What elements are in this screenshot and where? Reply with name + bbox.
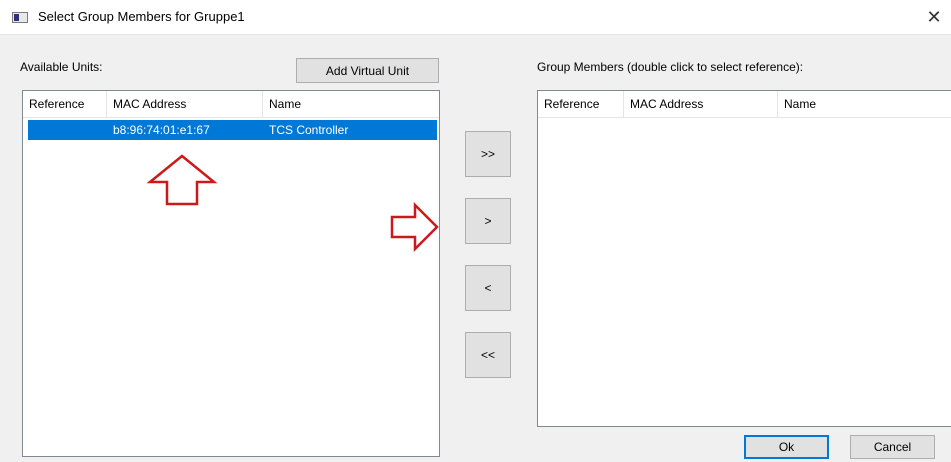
available-units-label: Available Units: xyxy=(20,60,103,74)
column-header-mac-address[interactable]: MAC Address xyxy=(107,91,263,117)
column-header-name[interactable]: Name xyxy=(778,91,951,117)
red-up-arrow-icon xyxy=(146,154,218,206)
cell-name: TCS Controller xyxy=(269,123,349,137)
dialog-client-area: Available Units: Add Virtual Unit Refere… xyxy=(0,35,951,462)
remove-selected-button[interactable]: < xyxy=(465,265,511,311)
cancel-button[interactable]: Cancel xyxy=(850,435,935,459)
close-icon[interactable]: ✕ xyxy=(917,0,951,34)
window-title: Select Group Members for Gruppe1 xyxy=(38,9,245,24)
column-header-name[interactable]: Name xyxy=(263,91,439,117)
column-header-mac-address[interactable]: MAC Address xyxy=(624,91,778,117)
list-item-selected[interactable]: b8:96:74:01:e1:67 TCS Controller xyxy=(28,120,437,140)
column-header-reference[interactable]: Reference xyxy=(23,91,107,117)
cell-reference xyxy=(28,120,107,140)
available-units-list[interactable]: Reference MAC Address Name b8:96:74:01:e… xyxy=(22,90,440,457)
cell-mac-address: b8:96:74:01:e1:67 xyxy=(113,123,210,137)
add-selected-button[interactable]: > xyxy=(465,198,511,244)
ok-button[interactable]: Ok xyxy=(744,435,829,459)
title-bar: Select Group Members for Gruppe1 ✕ xyxy=(0,0,951,35)
add-virtual-unit-button[interactable]: Add Virtual Unit xyxy=(296,58,439,83)
add-all-button[interactable]: >> xyxy=(465,131,511,177)
red-right-arrow-icon xyxy=(390,202,439,252)
group-members-header: Reference MAC Address Name xyxy=(538,91,951,118)
group-members-label: Group Members (double click to select re… xyxy=(537,60,804,74)
window-app-icon xyxy=(12,12,28,23)
group-members-list[interactable]: Reference MAC Address Name xyxy=(537,90,951,427)
remove-all-button[interactable]: << xyxy=(465,332,511,378)
column-header-reference[interactable]: Reference xyxy=(538,91,624,117)
available-units-header: Reference MAC Address Name xyxy=(23,91,439,118)
